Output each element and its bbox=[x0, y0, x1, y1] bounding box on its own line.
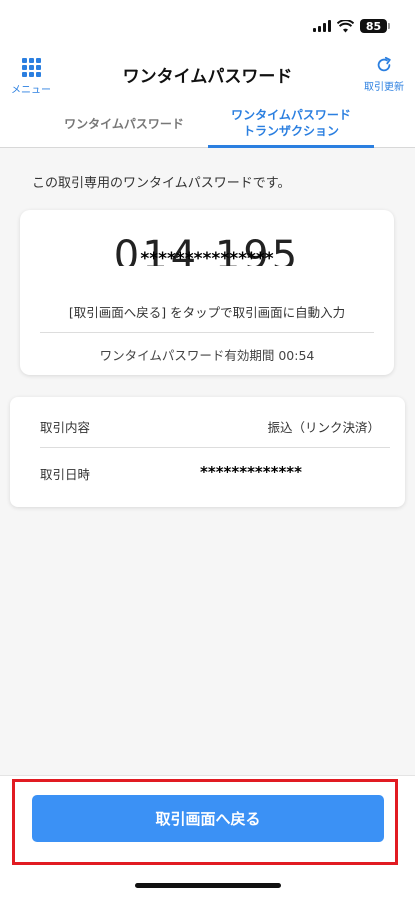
refresh-label: 取引更新 bbox=[364, 82, 404, 93]
detail-label: 取引内容 bbox=[40, 420, 91, 435]
nav-bar: メニュー ワンタイムパスワード 取引更新 bbox=[0, 52, 415, 100]
tab-one-time-password-transaction[interactable]: ワンタイムパスワード トランザクション bbox=[208, 100, 374, 148]
wifi-icon bbox=[337, 19, 354, 32]
battery-icon: 85 bbox=[360, 19, 390, 33]
divider bbox=[40, 447, 390, 448]
otp-expiry: ワンタイムパスワード有効期間 00:54 bbox=[99, 348, 315, 363]
detail-label: 取引日時 bbox=[40, 467, 91, 482]
tab-one-time-password[interactable]: ワンタイムパスワード bbox=[40, 100, 208, 148]
detail-value: 振込（リンク決済） bbox=[267, 420, 380, 435]
otp-masked: *************** bbox=[140, 249, 274, 269]
status-bar: 85 bbox=[0, 0, 415, 52]
detail-row-datetime: 取引日時 ************* bbox=[40, 458, 390, 484]
tab-bar: ワンタイムパスワード ワンタイムパスワード トランザクション bbox=[0, 100, 415, 148]
refresh-button[interactable]: 取引更新 bbox=[359, 56, 409, 93]
otp-hint: [取引画面へ戻る] をタップで取引画面に自動入力 bbox=[68, 305, 346, 320]
tab-transaction-label: ワンタイムパスワード トランザクション bbox=[231, 107, 351, 138]
intro-text: この取引専用のワンタイムパスワードです。 bbox=[32, 176, 291, 191]
otp-card: 014 195 *************** [取引画面へ戻る] をタップで取… bbox=[20, 210, 394, 375]
page-title: ワンタイムパスワード bbox=[122, 67, 293, 87]
detail-value: ************* bbox=[200, 463, 302, 481]
return-to-transaction-button[interactable]: 取引画面へ戻る bbox=[32, 795, 384, 842]
grid-menu-icon bbox=[21, 58, 41, 77]
status-icons: 85 bbox=[313, 19, 390, 33]
detail-row-type: 取引内容 振込（リンク決済） bbox=[40, 411, 390, 437]
transaction-details-card: 取引内容 振込（リンク決済） 取引日時 ************* bbox=[10, 397, 405, 507]
divider bbox=[40, 332, 374, 333]
menu-label: メニュー bbox=[11, 85, 51, 96]
signal-icon bbox=[313, 20, 331, 32]
home-indicator bbox=[135, 883, 281, 888]
refresh-icon bbox=[377, 56, 391, 72]
menu-button[interactable]: メニュー bbox=[8, 58, 54, 96]
